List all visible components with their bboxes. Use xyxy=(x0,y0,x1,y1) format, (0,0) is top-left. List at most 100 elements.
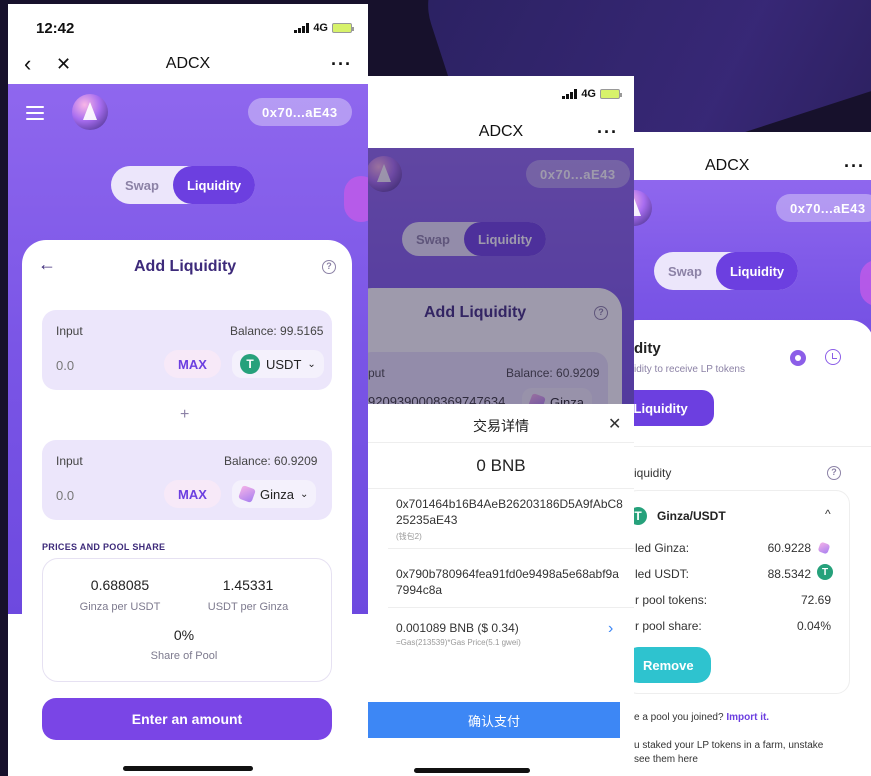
price-label: Ginza per USDT xyxy=(79,601,161,613)
ginza-token-icon xyxy=(238,485,256,503)
network-label: 4G xyxy=(581,88,596,100)
price-value: 0.688085 xyxy=(90,577,150,593)
divider xyxy=(368,488,634,489)
input-box-ginza: Input Balance: 60.9209 0.0 MAX Ginza ⌄ xyxy=(42,440,332,520)
from-address: 0x701464b16B4AeB26203186D5A9fAbC825235aE… xyxy=(396,497,623,527)
chevron-down-icon: ⌄ xyxy=(299,488,309,500)
price-value: 1.45331 xyxy=(222,577,274,593)
sheet-title: 交易详情 xyxy=(473,418,529,434)
home-indicator xyxy=(123,766,253,771)
transaction-details-sheet: 交易详情 ✕ 0 BNB 0x701464b16B4AeB26203186D5A… xyxy=(368,404,634,776)
decorative-orb xyxy=(860,260,871,306)
farm-text-2: see them here xyxy=(634,754,698,765)
from-wallet-label: (钱包2) xyxy=(396,532,422,541)
battery-icon xyxy=(332,23,354,33)
card-title: Add Liquidity xyxy=(134,258,237,275)
card-subtitle: idity to receive LP tokens xyxy=(634,364,745,375)
import-question: e a pool you joined? xyxy=(634,712,724,723)
pool-share-value: 0.04% xyxy=(796,619,831,633)
ginza-token-icon xyxy=(817,541,831,555)
prices-box: 0.688085 Ginza per USDT 1.45331 USDT per… xyxy=(42,558,332,682)
add-liquidity-card: ← Add Liquidity ? Input Balance: 99.5165… xyxy=(22,240,352,756)
modal-overlay[interactable] xyxy=(368,148,634,404)
pool-share-value: 0% xyxy=(173,627,195,643)
balance-label: Balance: 99.5165 xyxy=(230,324,324,338)
section-title: iquidity xyxy=(634,466,672,480)
max-button[interactable]: MAX xyxy=(164,480,221,508)
pooled-usdt-value: 88.5342 xyxy=(767,567,811,581)
status-indicators: 4G xyxy=(562,88,622,100)
more-icon[interactable]: ··· xyxy=(331,54,352,75)
phone-screen-3: ADCX ··· 0x70...aE43 Swap Liquidity dity… xyxy=(634,132,871,776)
status-bar: 4G xyxy=(368,76,634,112)
tab-swap[interactable]: Swap xyxy=(111,166,173,204)
settings-icon[interactable] xyxy=(790,350,806,366)
transfer-amount: 0 BNB xyxy=(476,456,526,475)
token-label: Ginza xyxy=(260,486,294,502)
gas-fee: 0.001089 BNB ($ 0.34) xyxy=(396,621,519,635)
plus-icon: + xyxy=(180,406,190,423)
help-icon[interactable]: ? xyxy=(322,260,336,274)
balance-label: Balance: 60.9209 xyxy=(224,454,318,468)
pool-tokens-value: 72.69 xyxy=(800,593,831,607)
more-icon[interactable]: ··· xyxy=(597,122,618,143)
pooled-usdt-label: led USDT: xyxy=(635,567,690,581)
app-logo[interactable] xyxy=(72,94,108,130)
input-label: Input xyxy=(56,324,83,338)
chevron-up-icon[interactable]: ^ xyxy=(825,507,831,521)
max-button[interactable]: MAX xyxy=(164,350,221,378)
wallet-address-button[interactable]: 0x70...aE43 xyxy=(248,98,352,126)
remove-button[interactable]: Remove xyxy=(634,647,711,683)
tab-swap[interactable]: Swap xyxy=(654,252,716,290)
home-indicator xyxy=(414,768,530,773)
menu-icon[interactable] xyxy=(26,102,44,124)
divider xyxy=(388,607,634,608)
battery-icon xyxy=(600,89,622,99)
price-label: USDT per Ginza xyxy=(207,601,289,613)
decorative-orb xyxy=(344,176,368,222)
chevron-right-icon[interactable]: › xyxy=(608,620,613,638)
position-box: T Ginza/USDT ^ led Ginza: 60.9228 led US… xyxy=(634,490,850,694)
amount-input[interactable]: 0.0 xyxy=(56,488,74,503)
import-link[interactable]: Import it. xyxy=(726,712,769,723)
farm-text: u staked your LP tokens in a farm, unsta… xyxy=(634,740,824,751)
token-select-usdt[interactable]: T USDT ⌄ xyxy=(232,350,324,378)
phone-screen-2: 4G ADCX ··· 0x70...aE43 Swap Liquidity A… xyxy=(368,76,634,776)
pool-share-label: r pool share: xyxy=(635,619,702,633)
app-logo[interactable] xyxy=(634,190,652,226)
wallet-address-button[interactable]: 0x70...aE43 xyxy=(776,194,871,222)
pooled-ginza-value: 60.9228 xyxy=(767,541,811,555)
phone-screen-1: 12:42 4G ‹ ✕ ADCX ··· 0x70...aE43 Swap L… xyxy=(8,4,368,776)
more-icon[interactable]: ··· xyxy=(844,156,865,177)
history-icon[interactable] xyxy=(825,349,841,365)
usdt-token-icon: T xyxy=(240,354,260,374)
pool-tokens-label: r pool tokens: xyxy=(635,593,708,607)
prices-section-label: PRICES AND POOL SHARE xyxy=(42,542,166,552)
import-text: e a pool you joined? Import it. xyxy=(634,712,769,723)
add-liquidity-button[interactable]: d Liquidity xyxy=(634,390,714,426)
signal-icon xyxy=(294,23,310,33)
back-arrow-icon[interactable]: ← xyxy=(38,254,56,275)
pool-share-label: Share of Pool xyxy=(150,650,218,662)
swap-liquidity-toggle: Swap Liquidity xyxy=(654,252,799,290)
amount-input[interactable]: 0.0 xyxy=(56,358,74,373)
usdt-token-icon: T xyxy=(817,564,833,580)
divider xyxy=(634,446,871,447)
input-label: Input xyxy=(56,454,83,468)
swap-liquidity-toggle: Swap Liquidity xyxy=(111,166,256,204)
nav-title: ADCX xyxy=(478,123,524,140)
confirm-payment-button[interactable]: 确认支付 xyxy=(368,702,620,738)
nav-title: ADCX xyxy=(165,55,211,72)
time: 12:42 xyxy=(36,19,75,37)
divider xyxy=(368,442,634,443)
tab-liquidity[interactable]: Liquidity xyxy=(172,166,256,204)
enter-amount-button[interactable]: Enter an amount xyxy=(42,698,332,740)
nav-bar: ‹ ✕ ADCX ··· xyxy=(8,44,368,84)
close-icon[interactable]: ✕ xyxy=(608,414,621,434)
token-select-ginza[interactable]: Ginza ⌄ xyxy=(232,480,317,508)
network-label: 4G xyxy=(313,22,328,34)
tab-liquidity[interactable]: Liquidity xyxy=(715,252,799,290)
chevron-down-icon: ⌄ xyxy=(307,358,316,370)
help-icon[interactable]: ? xyxy=(827,466,841,480)
nav-bar: ADCX ··· xyxy=(368,112,634,152)
